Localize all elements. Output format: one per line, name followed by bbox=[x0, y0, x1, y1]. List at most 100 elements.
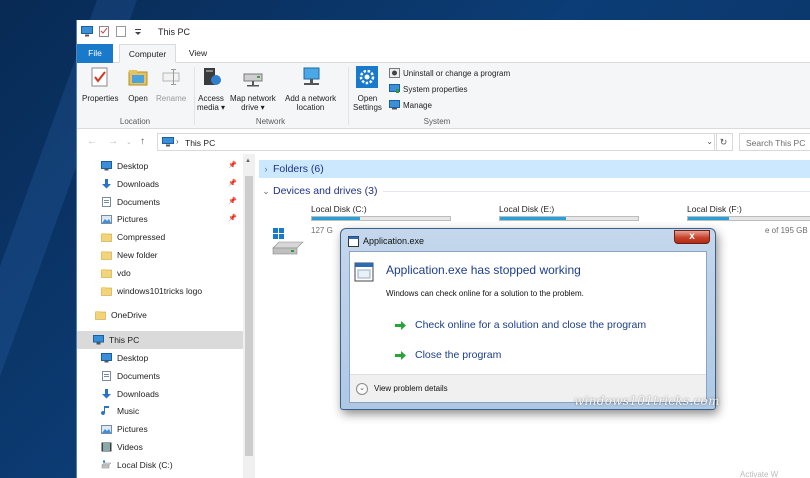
new-folder-qat-icon[interactable] bbox=[115, 26, 127, 37]
dialog-body: Application.exe has stopped working Wind… bbox=[349, 251, 707, 403]
download-icon bbox=[102, 388, 111, 399]
drive-info: e of 195 GB bbox=[765, 226, 808, 235]
view-problem-details-link[interactable]: View problem details bbox=[374, 384, 448, 393]
uninstall-program-button[interactable]: Uninstall or change a program bbox=[389, 66, 510, 80]
sidebar-item-documents[interactable]: Documents 📌 bbox=[77, 193, 243, 211]
scroll-thumb[interactable] bbox=[245, 176, 253, 456]
back-arrow-icon[interactable]: ← bbox=[87, 136, 97, 147]
folder-icon bbox=[101, 286, 112, 296]
pictures-icon bbox=[101, 215, 112, 225]
open-button[interactable]: Open bbox=[127, 66, 149, 103]
folders-group-header[interactable]: › Folders (6) bbox=[259, 160, 810, 178]
add-network-location-button[interactable]: Add a network location bbox=[285, 66, 336, 112]
pin-icon[interactable]: 📌 bbox=[228, 197, 237, 205]
address-bar[interactable]: › This PC ⌄ bbox=[157, 133, 717, 151]
sidebar-item-label: Videos bbox=[117, 442, 143, 452]
check-online-option[interactable]: Check online for a solution and close th… bbox=[394, 319, 646, 331]
sidebar-item-downloads[interactable]: Downloads bbox=[77, 385, 243, 403]
desktop-icon bbox=[101, 353, 112, 363]
check-online-label: Check online for a solution and close th… bbox=[415, 319, 647, 331]
sidebar-item-onedrive[interactable]: OneDrive bbox=[77, 306, 243, 324]
up-arrow-icon[interactable]: ↑ bbox=[140, 136, 145, 147]
system-group-label: System bbox=[423, 117, 451, 126]
documents-icon bbox=[102, 370, 111, 381]
close-button[interactable]: x bbox=[674, 230, 710, 244]
tab-computer[interactable]: Computer bbox=[119, 44, 176, 63]
sidebar-item-this-pc[interactable]: This PC bbox=[77, 331, 243, 350]
sidebar-item-pictures[interactable]: Pictures bbox=[77, 420, 243, 438]
navigation-scrollbar[interactable]: ▲ ▼ bbox=[243, 154, 255, 478]
properties-qat-icon[interactable] bbox=[98, 26, 110, 37]
quick-access-toolbar bbox=[81, 26, 144, 37]
sidebar-item-label: Compressed bbox=[117, 232, 166, 243]
watermark: windows101tricks.com bbox=[574, 394, 720, 408]
recent-locations-chevron-icon[interactable]: ⌄ bbox=[126, 138, 132, 146]
sidebar-item-desktop[interactable]: Desktop bbox=[77, 349, 243, 367]
sidebar-item-label: vdo bbox=[117, 267, 131, 278]
drive-usage-fill bbox=[688, 217, 730, 220]
green-arrow-icon bbox=[395, 350, 406, 360]
open-settings-button[interactable]: Open Settings bbox=[353, 66, 382, 112]
devices-header-label: Devices and drives (3) bbox=[273, 185, 378, 197]
sidebar-item-vdo[interactable]: vdo bbox=[77, 264, 243, 282]
tab-file[interactable]: File bbox=[77, 44, 113, 63]
refresh-icon[interactable]: ↻ bbox=[714, 133, 733, 151]
forward-arrow-icon[interactable]: → bbox=[108, 136, 118, 147]
sidebar-item-windows101tricks-logo[interactable]: windows101tricks logo bbox=[77, 282, 243, 300]
map-network-drive-button[interactable]: Map network drive ▾ bbox=[230, 66, 276, 112]
uninstall-icon bbox=[389, 68, 400, 78]
application-window-icon bbox=[354, 262, 374, 282]
folder-icon bbox=[101, 251, 112, 260]
tab-view[interactable]: View bbox=[180, 44, 216, 63]
system-properties-button[interactable]: System properties bbox=[389, 82, 467, 96]
pin-icon[interactable]: 📌 bbox=[228, 179, 237, 187]
sidebar-item-compressed[interactable]: Compressed bbox=[77, 228, 243, 246]
breadcrumb[interactable]: This PC bbox=[185, 138, 215, 148]
sidebar-item-label: Music bbox=[117, 406, 140, 417]
open-label: Open bbox=[128, 94, 148, 103]
application-icon bbox=[348, 236, 359, 247]
map-drive-label-2: drive ▾ bbox=[241, 103, 265, 112]
network-drive-icon bbox=[243, 73, 263, 87]
sidebar-item-label: Pictures bbox=[117, 424, 148, 435]
devices-group-header[interactable]: ⌄ Devices and drives (3) bbox=[259, 182, 810, 200]
access-media-button[interactable]: Access media ▾ bbox=[197, 66, 225, 112]
address-dropdown-chevron-icon[interactable]: ⌄ bbox=[706, 137, 713, 146]
desktop-icon bbox=[101, 161, 112, 171]
sidebar-item-videos[interactable]: Videos bbox=[77, 438, 243, 456]
computer-icon[interactable] bbox=[81, 26, 93, 37]
sidebar-item-local-disk-c[interactable]: Local Disk (C:) bbox=[77, 456, 243, 474]
videos-icon bbox=[101, 442, 112, 452]
pin-icon[interactable]: 📌 bbox=[228, 161, 237, 169]
customize-qat-icon[interactable] bbox=[132, 26, 144, 37]
sidebar-item-new-folder[interactable]: New folder bbox=[77, 246, 243, 264]
pin-icon[interactable]: 📌 bbox=[228, 214, 237, 222]
breadcrumb-separator-icon: › bbox=[176, 137, 179, 146]
drive-usage-bar bbox=[311, 216, 451, 221]
navigation-pane: Desktop 📌 Downloads 📌 Documents 📌 Pictures 📌 Com… bbox=[77, 154, 245, 478]
rename-label: Rename bbox=[156, 94, 187, 103]
sidebar-item-desktop[interactable]: Desktop 📌 bbox=[77, 157, 243, 175]
window-title: This PC bbox=[158, 27, 191, 37]
close-program-option[interactable]: Close the program bbox=[394, 349, 501, 361]
pictures-icon bbox=[101, 425, 112, 435]
sidebar-item-documents[interactable]: Documents bbox=[77, 367, 243, 385]
sidebar-item-label: Downloads bbox=[117, 178, 160, 189]
sidebar-item-music[interactable]: Music bbox=[77, 402, 243, 420]
search-input[interactable]: Search This PC bbox=[739, 133, 810, 151]
system-properties-label: System properties bbox=[403, 84, 468, 94]
properties-button[interactable]: Properties bbox=[82, 66, 118, 103]
scroll-up-icon[interactable]: ▲ bbox=[245, 158, 251, 164]
rename-button[interactable]: Rename bbox=[156, 66, 186, 103]
manage-button[interactable]: Manage bbox=[389, 98, 432, 112]
drive-info: 127 G bbox=[311, 226, 333, 235]
properties-icon bbox=[91, 67, 108, 87]
close-program-label: Close the program bbox=[415, 349, 502, 361]
drive-usage-fill bbox=[312, 217, 361, 220]
sidebar-item-label: Desktop bbox=[117, 353, 149, 363]
chevron-down-icon[interactable]: ⌄ bbox=[356, 383, 368, 395]
divider bbox=[383, 190, 810, 192]
sidebar-item-downloads[interactable]: Downloads 📌 bbox=[77, 175, 243, 193]
error-dialog: Application.exe x Application.exe has st… bbox=[340, 228, 716, 410]
sidebar-item-pictures[interactable]: Pictures 📌 bbox=[77, 210, 243, 228]
